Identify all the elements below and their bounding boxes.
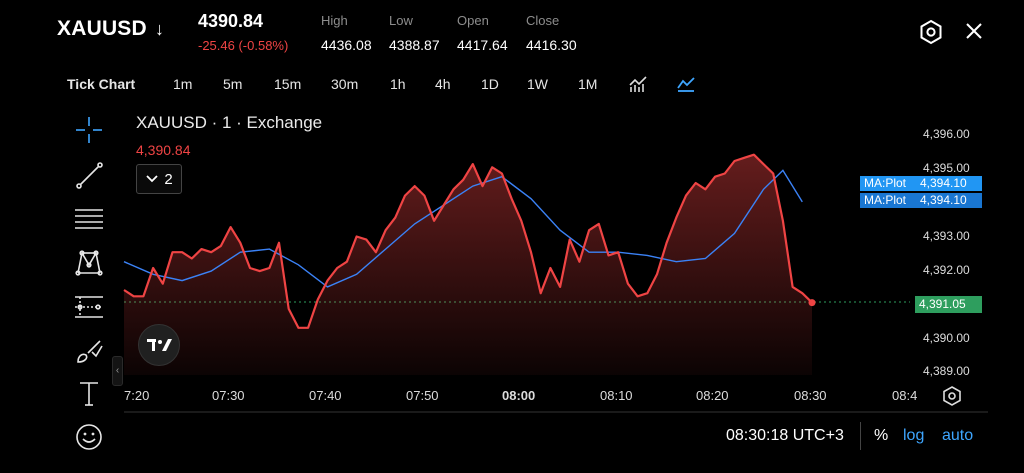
time-axis-label: 08:4 bbox=[892, 388, 918, 403]
price-axis-label: 4,395.00 bbox=[923, 161, 970, 175]
time-axis-label: 07:40 bbox=[309, 388, 342, 403]
time-axis-label: 08:00 bbox=[502, 388, 536, 403]
ma-tag-value: 4,394.10 bbox=[920, 193, 967, 207]
ma-tag-label: MA:Plot bbox=[864, 176, 907, 190]
time-axis-label: 07:50 bbox=[406, 388, 439, 403]
time-axis-label: 08:20 bbox=[696, 388, 729, 403]
current-price-tag: 4,391.05 bbox=[915, 296, 982, 313]
axis-settings-icon[interactable] bbox=[941, 385, 963, 407]
price-axis-label: 4,396.00 bbox=[923, 127, 970, 141]
ma-tag-value: 4,394.10 bbox=[920, 176, 967, 190]
price-axis-label: 4,393.00 bbox=[923, 229, 970, 243]
chart-legend-price: 4,390.84 bbox=[136, 142, 191, 158]
ma-tag-label: MA:Plot bbox=[864, 193, 907, 207]
tradingview-logo-icon[interactable] bbox=[138, 324, 180, 366]
time-axis-label: 08:10 bbox=[600, 388, 633, 403]
ma-price-tag: MA:Plot 4,394.10 bbox=[860, 176, 982, 191]
indicator-count: 2 bbox=[164, 170, 173, 188]
last-price-point bbox=[808, 299, 816, 307]
price-axis-label: 4,390.00 bbox=[923, 331, 970, 345]
time-axis-label: 07:30 bbox=[212, 388, 245, 403]
price-area-fill bbox=[124, 154, 812, 375]
chevron-down-icon bbox=[146, 175, 158, 183]
time-axis-label: 7:20 bbox=[124, 388, 150, 403]
log-scale-button[interactable]: log bbox=[903, 427, 924, 445]
chart-legend-title: XAUUSD · 1 · Exchange bbox=[136, 113, 323, 132]
ma-price-tag: MA:Plot 4,394.10 bbox=[860, 193, 982, 208]
time-axis-label: 08:30 bbox=[794, 388, 827, 403]
percent-scale-button[interactable]: % bbox=[874, 427, 888, 445]
indicators-toggle-button[interactable]: 2 bbox=[136, 164, 182, 194]
auto-scale-button[interactable]: auto bbox=[942, 427, 973, 445]
price-axis-label: 4,392.00 bbox=[923, 263, 970, 277]
clock-timezone[interactable]: 08:30:18 UTC+3 bbox=[726, 427, 844, 445]
footer-divider bbox=[860, 422, 861, 450]
price-axis-label: 4,389.00 bbox=[923, 364, 970, 378]
